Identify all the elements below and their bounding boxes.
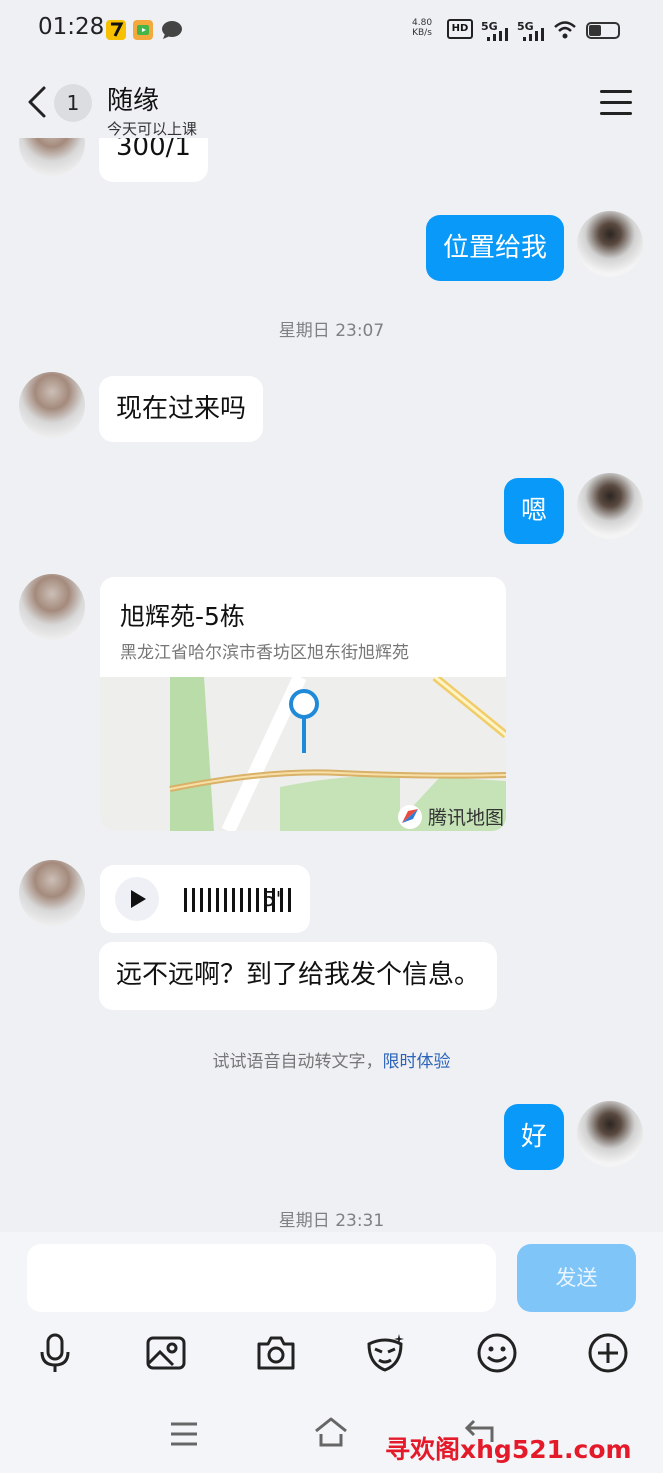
location-map: 腾讯地图 xyxy=(100,673,506,831)
plus-icon[interactable] xyxy=(587,1332,629,1374)
contact-avatar[interactable] xyxy=(19,860,85,926)
net-speed: 4.80 KB/s xyxy=(412,18,433,38)
contact-avatar[interactable] xyxy=(19,372,85,438)
location-name: 旭辉苑-5栋 xyxy=(120,602,245,631)
trial-link[interactable]: 限时体验 xyxy=(383,1052,451,1072)
message-bubble[interactable]: 嗯 xyxy=(503,478,564,544)
location-card[interactable]: 旭辉苑-5栋 黑龙江省哈尔滨市香坊区旭东街旭辉苑 腾讯地图 xyxy=(100,577,506,831)
chat-title: 随缘 xyxy=(107,86,160,116)
menu-icon[interactable] xyxy=(169,1420,199,1452)
sticker-icon[interactable] xyxy=(364,1332,406,1374)
my-avatar[interactable] xyxy=(577,473,643,539)
hd-voice-icon: HD xyxy=(447,19,473,39)
app-notification-icon xyxy=(106,20,126,40)
home-icon[interactable] xyxy=(313,1416,349,1452)
battery-icon xyxy=(586,22,620,39)
wifi-icon xyxy=(553,20,577,44)
signal-1-icon xyxy=(481,26,511,45)
header-backdrop xyxy=(0,60,663,138)
chat-subtitle: 今天可以上课 xyxy=(107,120,198,138)
watermark: 寻欢阁xhg521.com xyxy=(385,1435,632,1464)
message-bubble[interactable]: 现在过来吗 xyxy=(99,376,264,442)
map-brand-label: 腾讯地图 xyxy=(428,807,505,829)
image-icon[interactable] xyxy=(145,1332,187,1374)
location-address: 黑龙江省哈尔滨市香坊区旭东街旭辉苑 xyxy=(120,643,409,663)
back-button[interactable] xyxy=(24,84,54,120)
unread-count-badge[interactable]: 1 xyxy=(54,84,92,122)
status-time: 01:28 xyxy=(38,14,105,40)
timestamp: 星期日 23:31 xyxy=(278,1211,385,1231)
voice-message[interactable]: 5" xyxy=(100,865,310,933)
my-avatar[interactable] xyxy=(577,1101,643,1167)
send-button[interactable]: 发送 xyxy=(517,1244,636,1312)
speech-to-text-hint: 试试语音自动转文字，限时体验 xyxy=(212,1052,451,1072)
microphone-icon[interactable] xyxy=(34,1332,76,1374)
voice-duration: 5" xyxy=(263,887,285,911)
message-input[interactable] xyxy=(27,1244,496,1312)
message-bubble[interactable]: 位置给我 xyxy=(425,215,564,281)
video-app-icon xyxy=(133,20,153,40)
signal-2-icon xyxy=(517,26,547,45)
my-avatar[interactable] xyxy=(577,211,643,277)
contact-avatar[interactable] xyxy=(19,574,85,640)
camera-icon[interactable] xyxy=(255,1332,297,1374)
emoji-icon[interactable] xyxy=(476,1332,518,1374)
chevron-left-icon xyxy=(28,86,46,118)
message-notification-icon xyxy=(161,20,183,44)
play-icon[interactable] xyxy=(115,877,159,921)
timestamp: 星期日 23:07 xyxy=(278,321,385,341)
message-bubble[interactable]: 好 xyxy=(503,1104,564,1170)
menu-button[interactable] xyxy=(600,90,632,116)
message-bubble[interactable]: 远不远啊？到了给我发个信息。 xyxy=(99,942,498,1010)
